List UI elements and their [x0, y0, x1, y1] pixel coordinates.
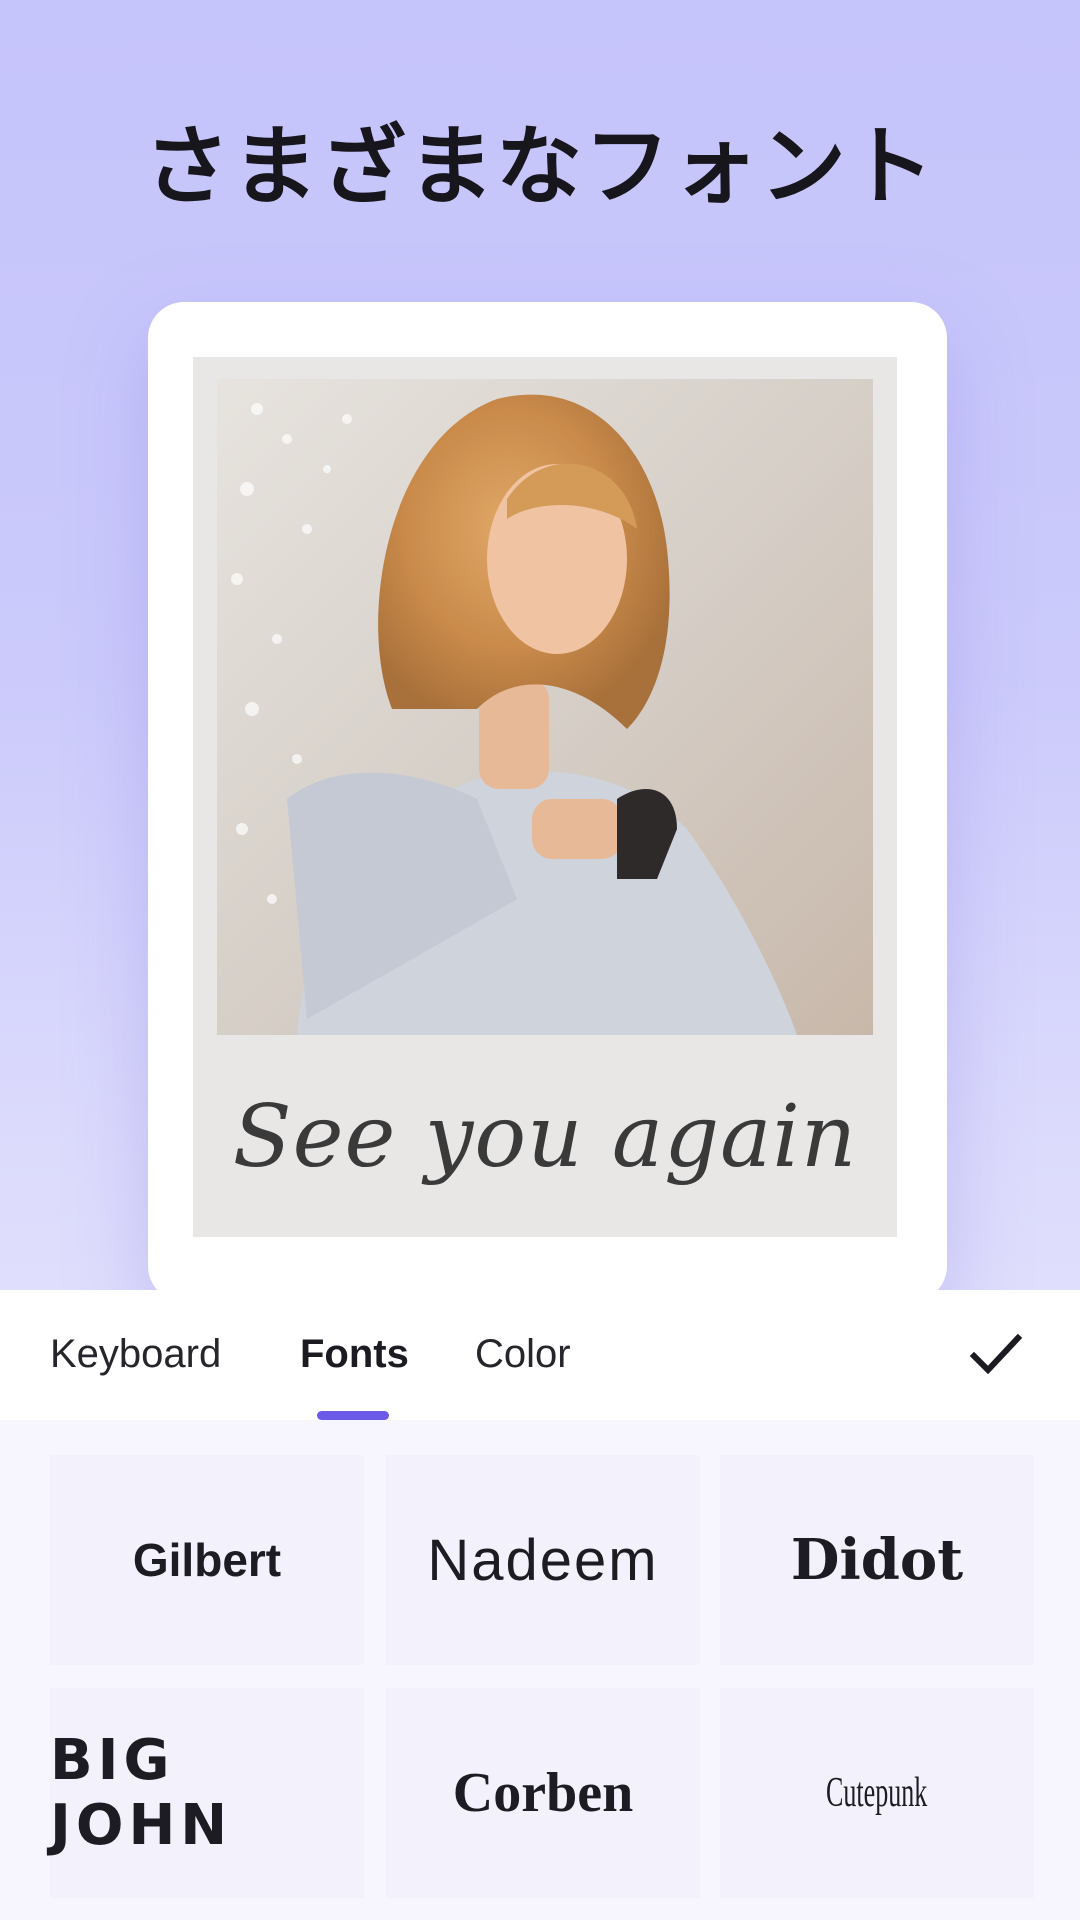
checkmark-icon [969, 1333, 1023, 1375]
tab-indicator [317, 1411, 389, 1420]
tab-color[interactable]: Color [475, 1332, 571, 1377]
tab-fonts[interactable]: Fonts [300, 1332, 409, 1377]
font-option-nadeem[interactable]: Nadeem [386, 1455, 700, 1665]
font-option-cutepunk-label: Cutepunk [826, 1770, 928, 1816]
font-option-corben[interactable]: Corben [386, 1688, 700, 1898]
woman-on-beach-photo [217, 379, 873, 1035]
polaroid-frame: See you again [193, 357, 897, 1237]
confirm-button[interactable] [964, 1322, 1028, 1386]
preview-card: See you again [148, 302, 947, 1302]
editor-panel: Keyboard Fonts Color Gilbert Nadeem Dido… [0, 1290, 1080, 1920]
font-option-cutepunk[interactable]: Cutepunk [720, 1688, 1034, 1898]
page-title: さまざまなフォント [144, 117, 936, 217]
preview-photo [217, 379, 873, 1035]
tab-keyboard[interactable]: Keyboard [50, 1332, 221, 1377]
font-option-gilbert[interactable]: Gilbert [50, 1455, 364, 1665]
caption-text[interactable]: See you again [193, 1057, 897, 1217]
editor-tabs: Keyboard Fonts Color [0, 1290, 1080, 1420]
font-option-big-john[interactable]: BIG JOHN [50, 1688, 364, 1898]
font-option-didot[interactable]: Didot [720, 1455, 1034, 1665]
